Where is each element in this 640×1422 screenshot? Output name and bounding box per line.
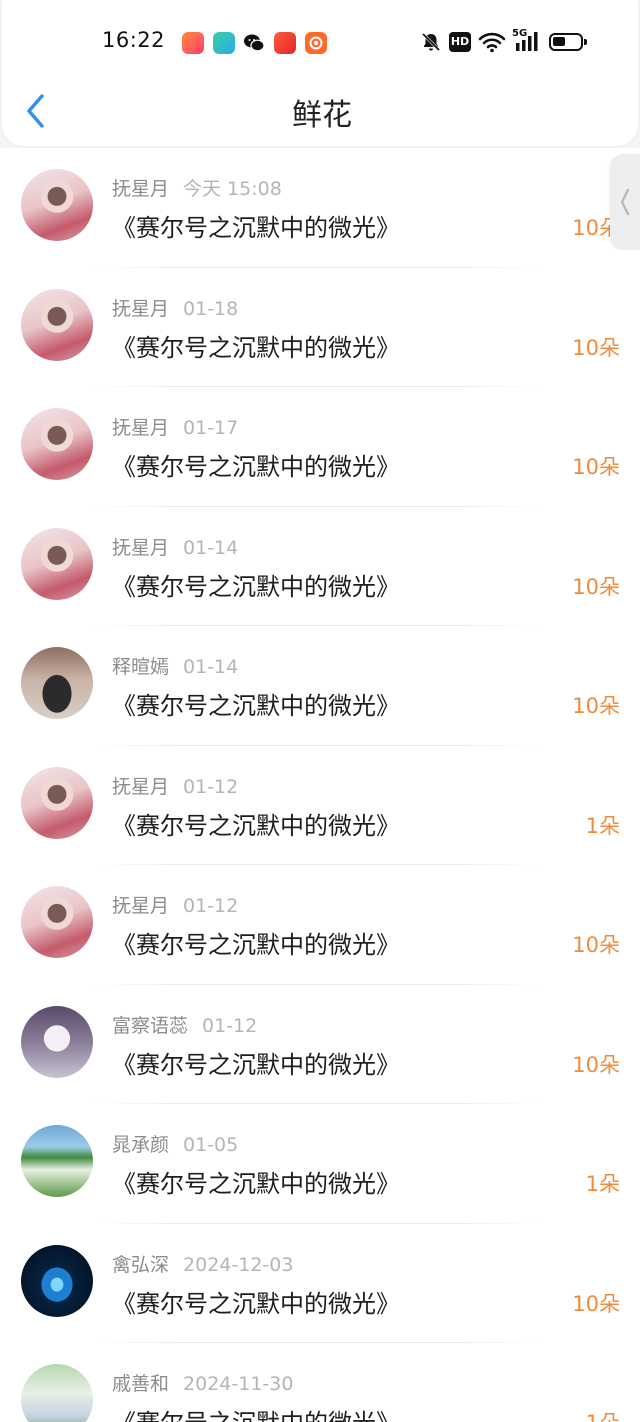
sender-name: 抚星月 bbox=[112, 895, 170, 917]
book-title: 《赛尔号之沉默中的微光》 bbox=[112, 1170, 400, 1198]
avatar[interactable] bbox=[21, 408, 93, 480]
status-time: 16:22 bbox=[102, 28, 166, 52]
avatar[interactable] bbox=[21, 169, 93, 241]
flower-amount: 10朵 bbox=[572, 574, 620, 599]
flower-record-list[interactable]: 抚星月 今天 15:08 《赛尔号之沉默中的微光》 10朵 抚星月 01-18 《赛尔号之沉… bbox=[0, 148, 640, 1422]
book-title: 《赛尔号之沉默中的微光》 bbox=[112, 811, 400, 840]
send-date: 01-14 bbox=[183, 536, 239, 559]
send-date: 2024-12-03 bbox=[183, 1253, 294, 1276]
send-date: 01-17 bbox=[183, 417, 239, 439]
bell-muted-icon bbox=[420, 31, 442, 57]
send-date: 今天 15:08 bbox=[183, 178, 282, 200]
flower-amount: 10朵 bbox=[572, 1291, 620, 1316]
send-date: 01-12 bbox=[183, 895, 239, 917]
list-item[interactable]: 晁承颜 01-05 《赛尔号之沉默中的微光》 1朵 bbox=[0, 1104, 640, 1224]
camera-app-icon bbox=[305, 32, 327, 54]
page-title: 鲜花 bbox=[292, 98, 352, 133]
list-item[interactable]: 抚星月 今天 15:08 《赛尔号之沉默中的微光》 10朵 bbox=[0, 148, 640, 268]
list-item[interactable]: 抚星月 01-18 《赛尔号之沉默中的微光》 10朵 bbox=[0, 268, 640, 388]
list-item[interactable]: 抚星月 01-17 《赛尔号之沉默中的微光》 10朵 bbox=[0, 387, 640, 507]
battery-icon bbox=[549, 33, 587, 51]
wifi-icon bbox=[478, 31, 506, 57]
book-title: 《赛尔号之沉默中的微光》 bbox=[112, 1403, 400, 1422]
wechat-icon bbox=[243, 32, 265, 54]
sender-name: 抚星月 bbox=[112, 297, 170, 320]
chevron-left-icon bbox=[620, 188, 630, 216]
avatar[interactable] bbox=[21, 647, 93, 719]
list-item[interactable]: 禽弘深 2024-12-03 《赛尔号之沉默中的微光》 10朵 bbox=[0, 1224, 640, 1344]
flower-amount: 10朵 bbox=[572, 694, 620, 718]
avatar[interactable] bbox=[21, 766, 93, 839]
shopping-app-icon bbox=[182, 32, 204, 54]
send-date: 01-18 bbox=[183, 297, 239, 320]
book-title: 《赛尔号之沉默中的微光》 bbox=[112, 1050, 400, 1079]
avatar[interactable] bbox=[21, 527, 93, 600]
sender-name: 抚星月 bbox=[112, 417, 170, 439]
send-date: 01-05 bbox=[183, 1134, 239, 1156]
app-header: 16:22 HD 5G 鲜花 bbox=[2, 0, 638, 146]
flower-amount: 1朵 bbox=[585, 1172, 620, 1196]
sender-name: 抚星月 bbox=[112, 536, 170, 559]
send-date: 01-12 bbox=[202, 1014, 258, 1037]
sender-info: 晁承颜 01-05 bbox=[112, 1130, 238, 1157]
book-title: 《赛尔号之沉默中的微光》 bbox=[112, 692, 400, 720]
red-app-icon bbox=[274, 32, 296, 54]
list-item[interactable]: 戚善和 2024-11-30 《赛尔号之沉默中的微光》 1朵 bbox=[0, 1343, 640, 1422]
sender-info: 抚星月 01-14 bbox=[112, 533, 238, 560]
hd-icon: HD bbox=[449, 32, 471, 52]
sender-info: 抚星月 01-18 bbox=[112, 294, 238, 321]
status-bar: 16:22 HD 5G bbox=[2, 0, 638, 86]
sender-info: 富察语蕊 01-12 bbox=[112, 1011, 257, 1038]
sender-info: 禽弘深 2024-12-03 bbox=[112, 1250, 293, 1277]
sender-info: 戚善和 2024-11-30 bbox=[112, 1369, 293, 1396]
book-title: 《赛尔号之沉默中的微光》 bbox=[112, 1289, 400, 1318]
book-title: 《赛尔号之沉默中的微光》 bbox=[112, 453, 400, 481]
flower-amount: 10朵 bbox=[572, 455, 620, 479]
side-drawer-handle[interactable] bbox=[610, 154, 640, 250]
book-title: 《赛尔号之沉默中的微光》 bbox=[112, 931, 400, 959]
sender-name: 戚善和 bbox=[112, 1373, 170, 1395]
sender-info: 释暄嫣 01-14 bbox=[112, 652, 238, 679]
sender-name: 晁承颜 bbox=[112, 1134, 170, 1156]
signal-icon bbox=[514, 31, 542, 57]
list-item[interactable]: 抚星月 01-12 《赛尔号之沉默中的微光》 10朵 bbox=[0, 865, 640, 985]
sender-name: 富察语蕊 bbox=[112, 1014, 189, 1037]
flower-amount: 1朵 bbox=[585, 813, 620, 838]
avatar[interactable] bbox=[21, 886, 93, 958]
sender-info: 抚星月 01-12 bbox=[112, 891, 238, 918]
green-app-icon bbox=[213, 32, 235, 54]
book-title: 《赛尔号之沉默中的微光》 bbox=[112, 333, 400, 362]
sender-name: 抚星月 bbox=[112, 178, 170, 200]
avatar[interactable] bbox=[21, 1364, 93, 1422]
avatar[interactable] bbox=[21, 1005, 93, 1078]
list-item[interactable]: 抚星月 01-14 《赛尔号之沉默中的微光》 10朵 bbox=[0, 507, 640, 627]
avatar[interactable] bbox=[21, 288, 93, 361]
sender-info: 抚星月 今天 15:08 bbox=[112, 174, 282, 201]
avatar[interactable] bbox=[21, 1125, 93, 1197]
sender-name: 释暄嫣 bbox=[112, 656, 170, 678]
flower-amount: 1朵 bbox=[586, 1407, 620, 1422]
send-date: 01-12 bbox=[183, 775, 239, 798]
avatar[interactable] bbox=[21, 1244, 93, 1317]
book-title: 《赛尔号之沉默中的微光》 bbox=[112, 214, 400, 242]
list-item[interactable]: 抚星月 01-12 《赛尔号之沉默中的微光》 1朵 bbox=[0, 746, 640, 866]
list-item[interactable]: 释暄嫣 01-14 《赛尔号之沉默中的微光》 10朵 bbox=[0, 626, 640, 746]
flower-amount: 10朵 bbox=[572, 1052, 620, 1077]
flower-amount: 10朵 bbox=[572, 933, 620, 957]
list-item[interactable]: 富察语蕊 01-12 《赛尔号之沉默中的微光》 10朵 bbox=[0, 985, 640, 1105]
send-date: 2024-11-30 bbox=[183, 1373, 294, 1395]
sender-name: 抚星月 bbox=[112, 775, 170, 798]
flower-amount: 10朵 bbox=[572, 335, 620, 360]
sender-info: 抚星月 01-17 bbox=[112, 413, 238, 440]
send-date: 01-14 bbox=[183, 656, 239, 678]
sender-name: 禽弘深 bbox=[112, 1253, 170, 1276]
book-title: 《赛尔号之沉默中的微光》 bbox=[112, 572, 400, 601]
sender-info: 抚星月 01-12 bbox=[112, 772, 238, 799]
